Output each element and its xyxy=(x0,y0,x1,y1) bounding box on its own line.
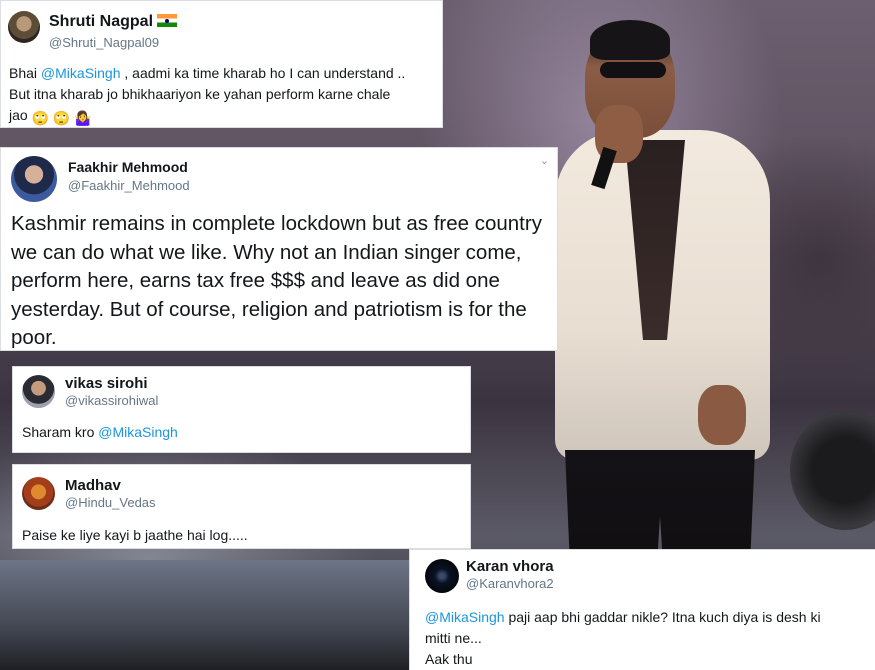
tweet-card[interactable]: Faakhir Mehmood @Faakhir_Mehmood ⌄ Kashm… xyxy=(0,147,558,351)
tweet-card[interactable]: vikas sirohi @vikassirohiwal Sharam kro … xyxy=(12,366,471,453)
tweet-author-name[interactable]: vikas sirohi xyxy=(65,375,148,392)
tweet-card[interactable]: Madhav @Hindu_Vedas Paise ke liye kayi b… xyxy=(12,464,471,549)
tweet-card[interactable]: Karan vhora @Karanvhora2 @MikaSingh paji… xyxy=(409,549,875,670)
avatar[interactable] xyxy=(22,477,55,510)
tweet-text: Bhai @MikaSingh , aadmi ka time kharab h… xyxy=(9,63,439,129)
tweet-author-name[interactable]: Madhav xyxy=(65,477,121,494)
tweet-card[interactable]: Shruti Nagpal @Shruti_Nagpal09 Bhai @Mik… xyxy=(0,0,443,128)
chevron-down-icon[interactable]: ⌄ xyxy=(540,154,549,167)
tweet-text: @MikaSingh paji aap bhi gaddar nikle? It… xyxy=(425,609,821,667)
performer-hat xyxy=(590,20,670,60)
india-flag-icon xyxy=(157,14,178,27)
mention-link[interactable]: @MikaSingh xyxy=(425,609,505,625)
tweet-text: Paise ke liye kayi b jaathe hai log..... xyxy=(22,527,248,543)
tweet-author-name[interactable]: Faakhir Mehmood xyxy=(68,159,188,175)
tweet-author-handle[interactable]: @vikassirohiwal xyxy=(65,393,158,408)
tweet-author-handle[interactable]: @Shruti_Nagpal09 xyxy=(49,35,159,50)
performer-hand xyxy=(698,385,746,445)
mention-link[interactable]: @MikaSingh xyxy=(98,424,178,440)
tweet-author-name[interactable]: Shruti Nagpal xyxy=(49,13,178,31)
stage-speaker xyxy=(790,410,875,530)
tweet-text: Kashmir remains in complete lockdown but… xyxy=(11,212,542,349)
tweet-author-name[interactable]: Karan vhora xyxy=(466,558,554,575)
tweet-author-handle[interactable]: @Hindu_Vedas xyxy=(65,495,156,510)
mention-link[interactable]: @MikaSingh xyxy=(41,65,121,81)
performer-sunglasses xyxy=(600,62,666,78)
emoji-group: 🙄 🙄 🤷‍♀️ xyxy=(31,110,92,126)
tweet-author-handle[interactable]: @Faakhir_Mehmood xyxy=(68,178,190,193)
avatar[interactable] xyxy=(11,156,57,202)
avatar[interactable] xyxy=(22,375,55,408)
avatar[interactable] xyxy=(425,559,459,593)
avatar[interactable] xyxy=(8,11,40,43)
tweet-author-handle[interactable]: @Karanvhora2 xyxy=(466,576,554,591)
tweet-text: Sharam kro @MikaSingh xyxy=(22,424,178,440)
